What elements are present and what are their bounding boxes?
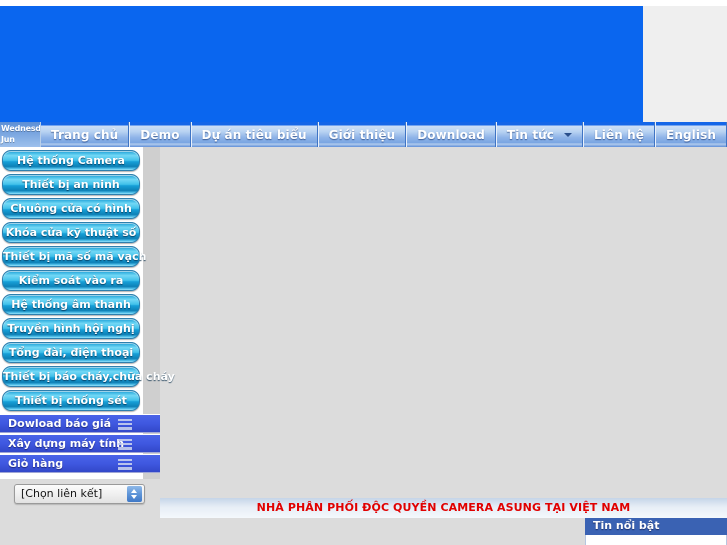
chevron-down-icon — [564, 132, 573, 137]
news-box-title: Tin nổi bật — [593, 519, 660, 532]
sidebar-item-label: Truyền hình hội nghị — [7, 322, 135, 335]
main-navigation-bar: Wednesday Jun 8,2011 Trang chủ Demo Dự á… — [0, 122, 727, 147]
sidebar-item-he-thong-camera[interactable]: Hệ thống Camera — [2, 150, 140, 171]
nav-label: Download — [417, 127, 485, 142]
sidebar-item-he-thong-am-thanh[interactable]: Hệ thống âm thanh — [2, 294, 140, 315]
date-value: Jun 8,2011 — [1, 135, 31, 147]
nav-item-lien-he[interactable]: Liên hệ — [583, 122, 656, 147]
sidebar-item-thiet-bi-ma-so-ma-vach[interactable]: Thiết bị mã số mã vạch — [2, 246, 147, 267]
sidebar-item-truyen-hinh-hoi-nghi[interactable]: Truyền hình hội nghị — [2, 318, 140, 339]
nav-item-du-an-tieu-bieu[interactable]: Dự án tiêu biểu — [190, 122, 318, 147]
sidebar-item-label: Khóa cửa kỹ thuật số — [5, 226, 137, 239]
nav-label: Dự án tiêu biểu — [201, 127, 307, 142]
nav-label: Demo — [140, 127, 180, 142]
link-select-value: [Chọn liên kết] — [21, 487, 103, 500]
banner-right-filler — [643, 6, 727, 122]
menu-lines-icon — [118, 459, 132, 470]
sidebar-item-label: Hệ thống Camera — [17, 154, 125, 167]
news-box-header: Tin nổi bật — [585, 518, 727, 535]
menu-lines-icon — [118, 439, 132, 450]
sidebar-row-label: Xây dựng máy tính — [8, 437, 125, 450]
sidebar-item-label: Thiết bị báo cháy,chữa cháy — [3, 370, 175, 383]
sidebar-row-label: Dowload báo giá — [8, 417, 112, 430]
nav-item-demo[interactable]: Demo — [129, 122, 191, 147]
news-box-body — [585, 535, 727, 545]
sidebar-item-khoa-cua-ky-thuat-so[interactable]: Khóa cửa kỹ thuật số — [2, 222, 140, 243]
sidebar-row-dowload-bao-gia[interactable]: Dowload báo giá — [0, 414, 160, 433]
sidebar-row-label: Giỏ hàng — [8, 457, 64, 470]
nav-item-english[interactable]: English — [655, 122, 727, 147]
sidebar-item-tong-dai-dien-thoai[interactable]: Tổng đài, điện thoại — [2, 342, 140, 363]
date-weekday: Wednesday — [1, 124, 41, 133]
news-box-gutter — [575, 518, 585, 545]
sidebar-item-label: Thiết bị mã số mã vạch — [3, 250, 147, 263]
site-banner — [0, 6, 643, 122]
chevron-up-down-icon — [127, 486, 142, 502]
sidebar-item-label: Hệ thống âm thanh — [11, 298, 131, 311]
nav-label: Liên hệ — [594, 127, 645, 142]
nav-item-trang-chu[interactable]: Trang chủ — [41, 122, 130, 147]
sidebar-item-label: Chuông cửa có hình — [10, 202, 132, 215]
nav-label: Tin tức — [506, 127, 555, 142]
nav-label: Trang chủ — [51, 127, 119, 142]
sidebar-row-xay-dung-may-tinh[interactable]: Xây dựng máy tính — [0, 434, 160, 453]
nav-item-tin-tuc[interactable]: Tin tức — [495, 122, 584, 147]
sidebar-item-chuong-cua-co-hinh[interactable]: Chuông cửa có hình — [2, 198, 140, 219]
sidebar-select-container: [Chọn liên kết] — [0, 479, 160, 509]
sidebar-item-label: Thiết bị an ninh — [22, 178, 120, 191]
link-select-dropdown[interactable]: [Chọn liên kết] — [14, 484, 145, 504]
sidebar-item-label: Tổng đài, điện thoại — [8, 346, 134, 359]
sidebar-item-thiet-bi-bao-chay-chua-chay[interactable]: Thiết bị báo cháy,chữa cháy — [2, 366, 175, 387]
sidebar-item-thiet-bi-chong-set[interactable]: Thiết bị chống sét — [2, 390, 140, 411]
tagline-text: NHÀ PHÂN PHỐI ĐỘC QUYỀN CAMERA ASUNG TẠI… — [256, 501, 631, 514]
main-content-area — [160, 147, 727, 498]
sidebar-item-label: Kiểm soát vào ra — [18, 274, 124, 287]
nav-item-download[interactable]: Download — [406, 122, 496, 147]
left-sidebar: Hệ thống Camera Thiết bị an ninh Chuông … — [0, 147, 175, 509]
nav-items: Trang chủ Demo Dự án tiêu biểu Giới thiệ… — [41, 122, 727, 147]
nav-label: English — [666, 127, 716, 142]
date-widget: Wednesday Jun 8,2011 — [0, 122, 41, 147]
page-root: Wednesday Jun 8,2011 Trang chủ Demo Dự á… — [0, 0, 727, 545]
sidebar-item-label: Thiết bị chống sét — [15, 394, 127, 407]
tagline-banner: NHÀ PHÂN PHỐI ĐỘC QUYỀN CAMERA ASUNG TẠI… — [160, 498, 727, 518]
nav-item-gioi-thieu[interactable]: Giới thiệu — [317, 122, 407, 147]
nav-label: Giới thiệu — [328, 127, 396, 142]
menu-lines-icon — [118, 419, 132, 430]
sidebar-row-gio-hang[interactable]: Giỏ hàng — [0, 454, 160, 473]
sidebar-item-kiem-soat-vao-ra[interactable]: Kiểm soát vào ra — [2, 270, 140, 291]
news-highlight-box: Tin nổi bật — [585, 518, 727, 545]
sidebar-item-thiet-bi-an-ninh[interactable]: Thiết bị an ninh — [2, 174, 140, 195]
